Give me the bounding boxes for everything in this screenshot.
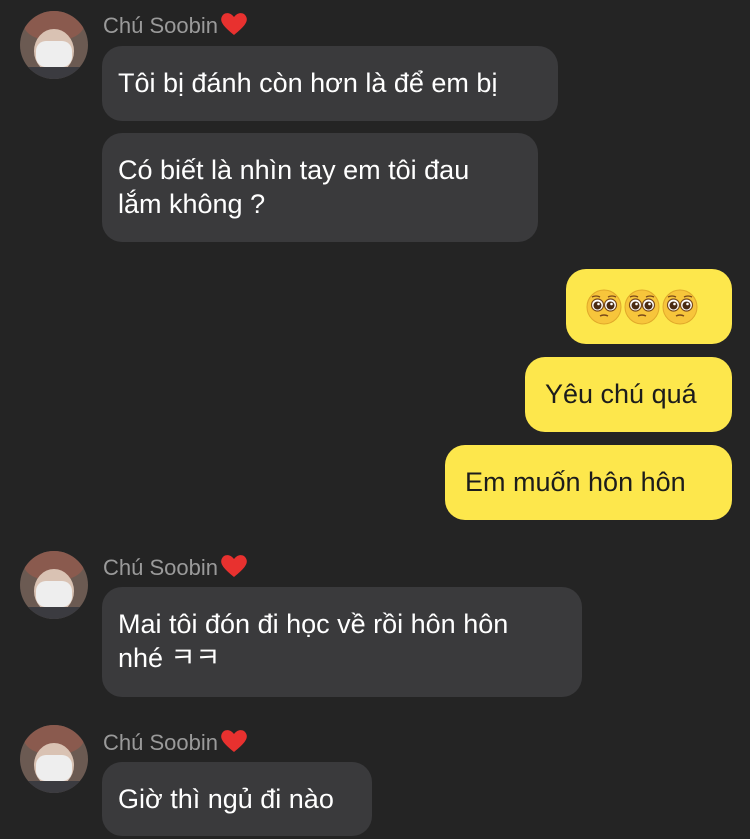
sender-name-text: Chú Soobin [103,13,218,38]
emoji-row [586,269,712,344]
message-bubble-incoming[interactable]: Tôi bị đánh còn hơn là để em bị [102,46,558,121]
message-text: Yêu chú quá [545,379,697,409]
message-text: Em muốn hôn hôn [465,467,686,497]
message-bubble-incoming[interactable]: Giờ thì ngủ đi nào [102,762,372,836]
pleading-face-icon [662,289,698,324]
sender-name: Chú Soobin [103,728,248,756]
message-text: Mai tôi đón đi học về rồi hôn hôn [118,609,509,639]
avatar[interactable] [20,11,88,79]
message-text: Tôi bị đánh còn hơn là để em bị [118,68,498,98]
sender-name-text: Chú Soobin [103,555,218,580]
sender-name-text: Chú Soobin [103,730,218,755]
pleading-face-icon [624,289,660,324]
pleading-face-icon [586,289,622,324]
message-text: nhé ㅋㅋ [118,643,221,673]
heart-icon [221,13,247,35]
message-bubble-outgoing[interactable]: Em muốn hôn hôn [445,445,732,520]
message-text: lắm không ? [118,189,266,219]
message-text: Có biết là nhìn tay em tôi đau [118,155,470,185]
sender-name: Chú Soobin [103,553,248,581]
message-text: Giờ thì ngủ đi nào [118,784,334,814]
message-bubble-outgoing[interactable] [566,269,732,344]
heart-icon [221,730,247,752]
avatar[interactable] [20,725,88,793]
sender-name: Chú Soobin [103,11,248,39]
message-bubble-incoming[interactable]: Mai tôi đón đi học về rồi hôn hôn nhé ㅋㅋ [102,587,582,697]
message-bubble-outgoing[interactable]: Yêu chú quá [525,357,732,432]
message-bubble-incoming[interactable]: Có biết là nhìn tay em tôi đau lắm không… [102,133,538,242]
avatar[interactable] [20,551,88,619]
heart-icon [221,555,247,577]
